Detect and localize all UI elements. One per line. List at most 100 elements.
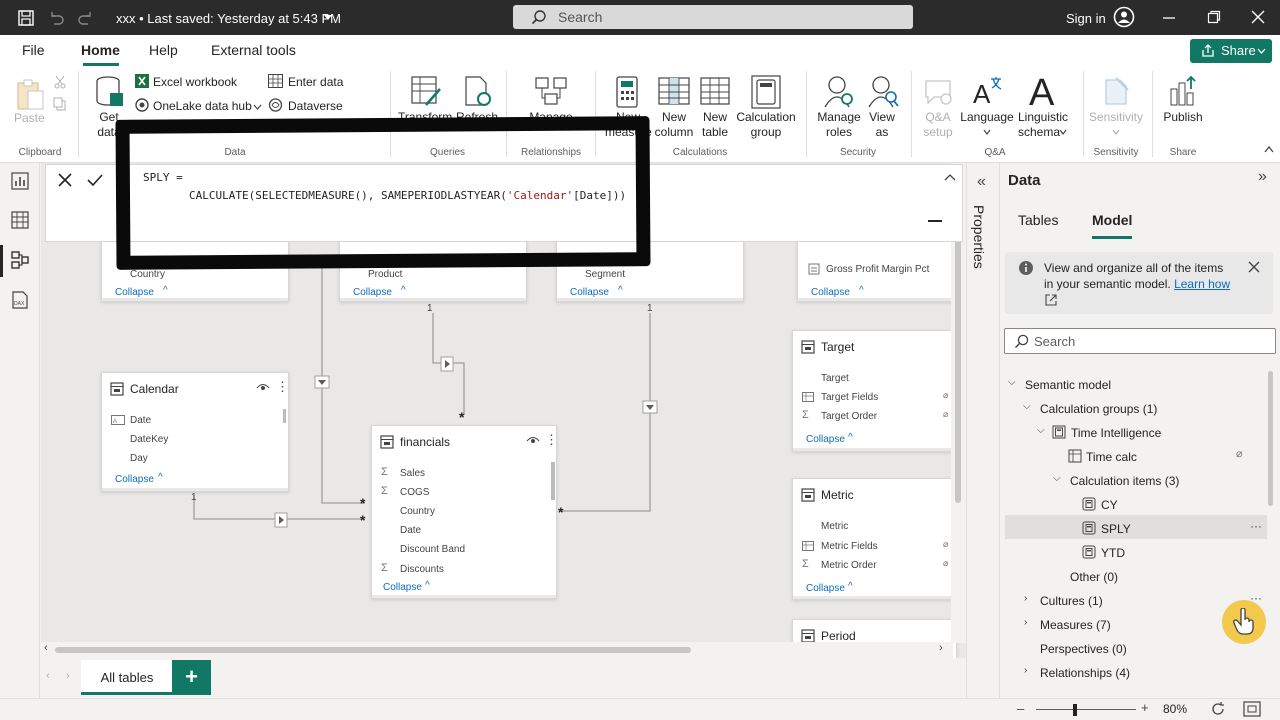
chevron-down-icon[interactable]: ⌵ xyxy=(1037,425,1045,436)
onelake-hub-button[interactable]: OneLake data hub xyxy=(153,99,252,113)
tree-item-sply[interactable]: SPLY xyxy=(1101,522,1131,536)
tab-external-tools[interactable]: External tools xyxy=(211,42,296,58)
commit-formula-icon[interactable] xyxy=(86,172,104,188)
hidden-icon[interactable]: ⌀ xyxy=(943,390,948,401)
save-icon[interactable] xyxy=(16,8,36,28)
excel-workbook-button[interactable]: Excel workbook xyxy=(153,75,237,89)
collapse-link[interactable]: Collapse xyxy=(570,287,609,298)
tree-item-ytd[interactable]: YTD xyxy=(1101,546,1125,560)
horizontal-scrollbar[interactable]: ‹ › xyxy=(41,642,953,658)
more-options-icon[interactable]: ⋮ xyxy=(545,432,558,448)
tree-time-calc[interactable]: Time calc xyxy=(1086,450,1137,464)
collapse-link[interactable]: Collapse xyxy=(353,287,392,298)
table-title[interactable]: financials xyxy=(400,435,450,449)
cut-icon[interactable] xyxy=(53,75,67,89)
tree-scrollbar[interactable] xyxy=(1268,371,1273,506)
hidden-icon[interactable]: ⌀ xyxy=(943,409,948,420)
scrollbar-thumb[interactable] xyxy=(55,647,691,653)
formula-bar-resize-handle[interactable] xyxy=(928,220,942,222)
table-title[interactable]: Metric xyxy=(821,488,854,502)
tab-tables[interactable]: Tables xyxy=(1018,212,1058,228)
chevron-down-icon[interactable]: ⌵ xyxy=(1008,377,1016,388)
tree-relationships[interactable]: Relationships (4) xyxy=(1040,666,1130,680)
reset-view-icon[interactable] xyxy=(1210,701,1226,717)
collapse-link[interactable]: Collapse xyxy=(811,287,850,298)
chevron-right-icon[interactable]: › xyxy=(1024,665,1027,676)
tree-calculation-groups[interactable]: Calculation groups (1) xyxy=(1040,402,1157,416)
enter-data-button[interactable]: Enter data xyxy=(288,75,343,89)
tree-cultures[interactable]: Cultures (1) xyxy=(1040,594,1103,608)
language-button[interactable]: Language xyxy=(960,110,1014,125)
new-column-button-line1[interactable]: New xyxy=(652,110,696,125)
table-title[interactable]: Calendar xyxy=(130,382,179,396)
model-view-icon[interactable] xyxy=(11,251,29,269)
field-day[interactable]: Day xyxy=(130,453,148,464)
relationship-line-segment[interactable] xyxy=(559,313,651,512)
properties-pane-collapsed[interactable]: « Properties xyxy=(966,163,1000,698)
new-column-button-line2[interactable]: column xyxy=(652,125,696,140)
new-table-button-line2[interactable]: table xyxy=(697,125,733,140)
view-as-button-line2[interactable]: as xyxy=(864,125,900,140)
chevron-right-icon[interactable]: › xyxy=(1024,593,1027,604)
field-metric[interactable]: Metric xyxy=(821,521,848,532)
title-dropdown-icon[interactable] xyxy=(323,14,333,22)
tab-home[interactable]: Home xyxy=(81,42,120,58)
field-datekey[interactable]: DateKey xyxy=(130,434,168,445)
field-segment[interactable]: Segment xyxy=(585,269,625,280)
tab-all-tables[interactable]: All tables xyxy=(81,660,173,695)
collapse-link[interactable]: Collapse xyxy=(115,474,154,485)
visibility-icon[interactable] xyxy=(256,383,270,393)
field-metric-order[interactable]: Metric Order xyxy=(821,560,877,571)
field-discounts[interactable]: Discounts xyxy=(400,564,444,575)
tree-calculation-items[interactable]: Calculation items (3) xyxy=(1070,474,1179,488)
new-table-button-line1[interactable]: New xyxy=(697,110,733,125)
field-gross-profit-margin-pct[interactable]: Gross Profit Margin Pct xyxy=(826,264,929,275)
chevron-down-icon[interactable] xyxy=(253,104,262,110)
calculation-group-button-line2[interactable]: group xyxy=(734,125,798,140)
dax-query-view-icon[interactable]: DAX xyxy=(11,291,29,309)
collapse-link[interactable]: Collapse xyxy=(115,287,154,298)
collapse-link[interactable]: Collapse xyxy=(806,434,845,445)
document-title[interactable]: xxx • Last saved: Yesterday at 5:43 PM xyxy=(116,11,341,26)
zoom-in-icon[interactable]: + xyxy=(1141,700,1149,715)
minimize-icon[interactable] xyxy=(1162,11,1176,25)
cancel-formula-icon[interactable] xyxy=(57,172,73,188)
collapse-pane-icon[interactable]: » xyxy=(1258,168,1267,186)
card-scrollbar[interactable] xyxy=(283,409,286,423)
more-options-icon[interactable]: ⋮ xyxy=(276,379,289,395)
manage-roles-button-line2[interactable]: roles xyxy=(814,125,864,140)
add-layout-button[interactable]: + xyxy=(172,660,211,695)
field-sales[interactable]: Sales xyxy=(400,468,425,479)
fit-to-page-icon[interactable] xyxy=(1243,701,1261,717)
zoom-out-icon[interactable]: – xyxy=(1017,701,1024,716)
tab-scroll-left-icon[interactable]: ‹ xyxy=(46,670,50,682)
table-title[interactable]: Period xyxy=(821,629,856,643)
calculation-group-button-line1[interactable]: Calculation xyxy=(734,110,798,125)
dataverse-button[interactable]: Dataverse xyxy=(288,99,343,113)
table-card-calendar[interactable]: Calendar ⋮ A Date DateKey Day Collapse ^ xyxy=(101,372,289,492)
more-options-icon[interactable]: ··· xyxy=(1250,519,1262,533)
qa-setup-button-line2[interactable]: setup xyxy=(918,125,958,140)
chevron-down-icon[interactable]: ⌵ xyxy=(1023,401,1031,412)
paste-button[interactable]: Paste xyxy=(14,111,45,126)
publish-button[interactable]: Publish xyxy=(1160,110,1206,125)
global-search[interactable]: Search xyxy=(513,5,913,29)
field-metric-fields[interactable]: Metric Fields xyxy=(821,541,878,552)
field-country[interactable]: Country xyxy=(400,506,435,517)
data-search-input[interactable]: Search xyxy=(1004,328,1276,354)
tree-measures[interactable]: Measures (7) xyxy=(1040,618,1111,632)
chevron-down-icon[interactable]: ⌵ xyxy=(1053,473,1061,484)
sensitivity-button[interactable]: Sensitivity xyxy=(1088,110,1144,125)
view-as-button-line1[interactable]: View xyxy=(864,110,900,125)
field-product[interactable]: Product xyxy=(368,269,402,280)
field-target-order[interactable]: Target Order xyxy=(821,411,877,422)
tab-model[interactable]: Model xyxy=(1092,212,1132,228)
field-discount-band[interactable]: Discount Band xyxy=(400,544,465,555)
table-title[interactable]: Target xyxy=(821,340,854,354)
table-card-target[interactable]: Target Target Target Fields Σ Target Ord… xyxy=(792,330,957,452)
close-window-icon[interactable] xyxy=(1251,10,1265,24)
sign-in-link[interactable]: Sign in xyxy=(1066,11,1106,26)
scroll-right-icon[interactable]: › xyxy=(939,642,943,654)
learn-how-link[interactable]: Learn how xyxy=(1174,277,1230,291)
tree-item-cy[interactable]: CY xyxy=(1101,498,1118,512)
